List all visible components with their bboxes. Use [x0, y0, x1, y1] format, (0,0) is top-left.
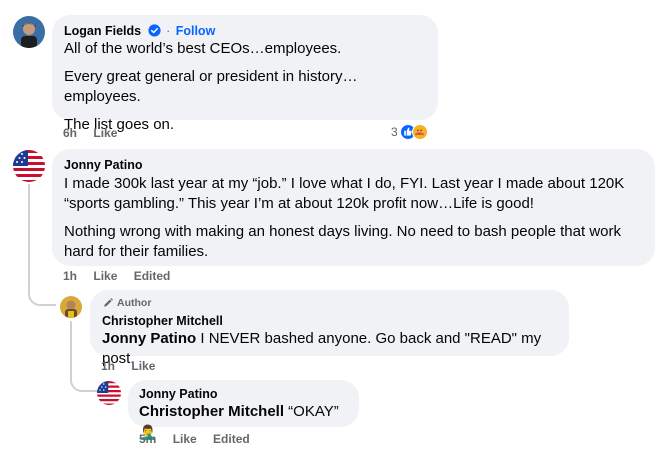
reply-author-name[interactable]: Christopher Mitchell [102, 313, 557, 329]
reply-timestamp[interactable]: 5m [139, 431, 156, 447]
comment-text: All of the world’s best CEOs…employees. … [64, 39, 426, 135]
avatar-jonny-patino-reply[interactable] [97, 381, 121, 405]
comment-paragraph: Every great general or president in hist… [64, 68, 358, 105]
reaction-count: 3 [391, 125, 398, 139]
comment-paragraph: I made 300k last year at my “job.” I lov… [64, 175, 625, 212]
comment-bubble-logan: Logan Fields · Follow All of the world’s… [52, 15, 438, 133]
like-button[interactable]: Like [93, 125, 117, 141]
reply-actions: 5m Like Edited [139, 431, 263, 447]
like-button[interactable]: Like [93, 268, 117, 284]
comment-text: I made 300k last year at my “job.” I lov… [64, 174, 643, 262]
comment-actions: 1h Like Edited [63, 268, 183, 284]
avatar-logan-fields[interactable] [13, 16, 45, 48]
comment-paragraph: All of the world’s best CEOs…employees. [64, 40, 342, 57]
reply-timestamp[interactable]: 1h [101, 358, 115, 374]
follow-button[interactable]: Follow [176, 24, 216, 38]
reply-text-body: “OKAY” [284, 403, 339, 420]
reply-author-name[interactable]: Jonny Patino [139, 386, 348, 402]
like-button[interactable]: Like [173, 431, 197, 447]
comment-author-row: Logan Fields · Follow [64, 23, 426, 39]
comment-author-name[interactable]: Jonny Patino [64, 157, 643, 173]
thread-connector [70, 366, 97, 392]
comment-paragraph: Nothing wrong with making an honest days… [64, 223, 621, 260]
comment-author-name[interactable]: Logan Fields [64, 24, 141, 38]
thread-line [70, 321, 72, 367]
edited-label[interactable]: Edited [134, 268, 171, 284]
reply-bubble-christopher: Author Christopher Mitchell Jonny Patino… [90, 290, 569, 367]
thread-line [28, 184, 30, 289]
mention-link[interactable]: Jonny Patino [102, 330, 196, 347]
reaction-summary[interactable]: 3 [391, 124, 428, 140]
comment-actions: 6h Like [63, 125, 130, 141]
care-reaction-icon [411, 124, 428, 140]
mention-link[interactable]: Christopher Mitchell [139, 403, 284, 420]
avatar-jonny-patino[interactable] [13, 150, 45, 182]
edited-label[interactable]: Edited [213, 431, 250, 447]
author-badge: Author [102, 296, 557, 310]
comment-timestamp[interactable]: 1h [63, 268, 77, 284]
author-badge-label: Author [117, 297, 152, 309]
reply-actions: 1h Like [101, 358, 168, 374]
reply-text: Jonny Patino I NEVER bashed anyone. Go b… [102, 329, 557, 369]
reply-bubble-jonny: Jonny Patino Christopher Mitchell “OKAY”… [128, 380, 359, 440]
comment-bubble-jonny: Jonny Patino I made 300k last year at my… [52, 149, 655, 266]
like-button[interactable]: Like [131, 358, 155, 374]
comment-timestamp[interactable]: 6h [63, 125, 77, 141]
pencil-icon [104, 298, 113, 307]
thread-connector [28, 280, 56, 306]
avatar-christopher-mitchell[interactable] [60, 296, 82, 318]
follow-separator: · [166, 24, 171, 38]
verified-badge-icon [147, 24, 161, 37]
